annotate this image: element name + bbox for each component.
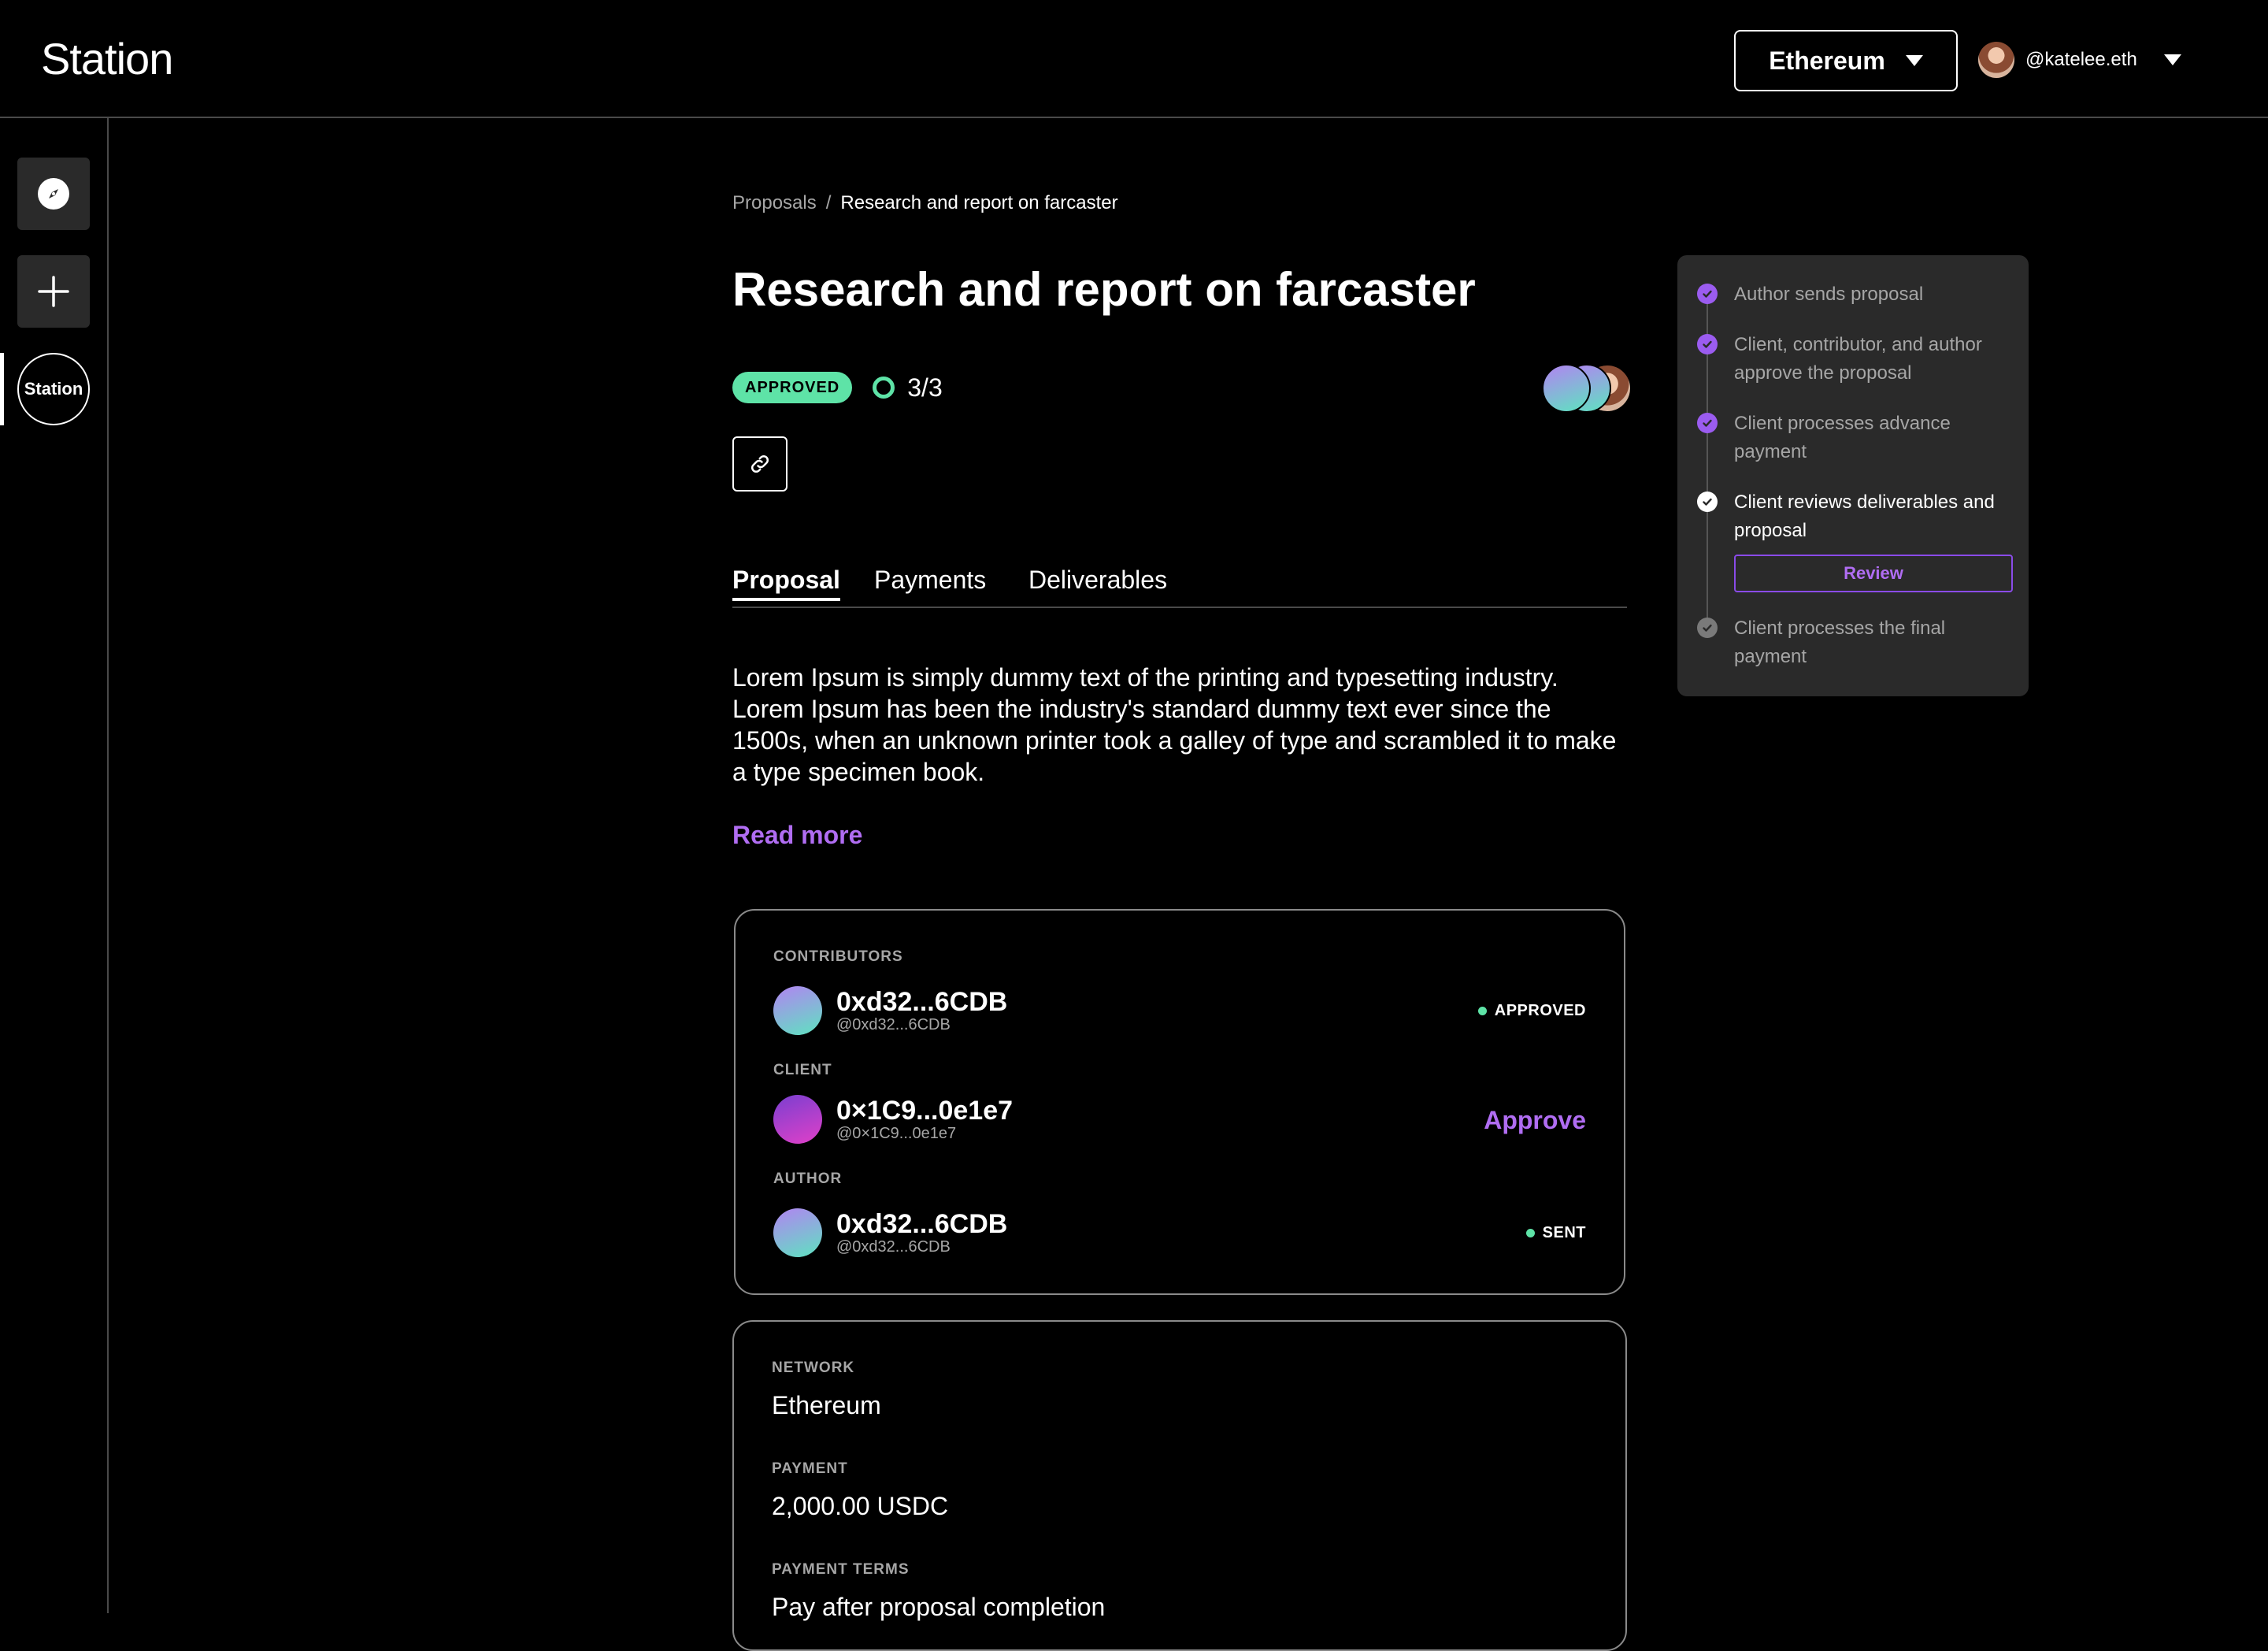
status-badge: SENT bbox=[1525, 1224, 1586, 1242]
participant-author: 0xd32...6CDB @0xd32...6CDB bbox=[773, 1208, 1007, 1257]
check-icon bbox=[1697, 284, 1718, 304]
network-selector-label: Ethereum bbox=[1769, 46, 1885, 75]
check-icon bbox=[1697, 413, 1718, 433]
user-handle: @katelee.eth bbox=[2025, 49, 2137, 70]
review-button[interactable]: Review bbox=[1734, 555, 2013, 592]
approval-count: 3/3 bbox=[907, 373, 943, 402]
participant-handle: @0xd32...6CDB bbox=[836, 1015, 951, 1033]
status-badge: APPROVED bbox=[732, 372, 853, 403]
role-label: AUTHOR bbox=[773, 1171, 843, 1187]
tab-deliverables[interactable]: Deliverables bbox=[1028, 566, 1167, 595]
check-icon bbox=[1697, 334, 1718, 354]
chevron-down-icon bbox=[1905, 55, 1923, 66]
payment-terms-label: PAYMENT TERMS bbox=[772, 1561, 910, 1578]
active-indicator bbox=[0, 353, 4, 425]
participant-client: 0×1C9...0e1e7 @0×1C9...0e1e7 bbox=[773, 1095, 1013, 1144]
timeline-step-current: Client reviews deliverables and proposal bbox=[1734, 492, 1995, 541]
proposal-description: Lorem Ipsum is simply dummy text of the … bbox=[732, 663, 1617, 786]
participant-avatars[interactable] bbox=[1542, 364, 1632, 413]
avatar bbox=[773, 986, 822, 1035]
breadcrumb-current: Research and report on farcaster bbox=[840, 192, 1118, 213]
payment-value: 2,000.00 USDC bbox=[772, 1492, 949, 1520]
participant-contributor: 0xd32...6CDB @0xd32...6CDB bbox=[773, 986, 1007, 1035]
avatar bbox=[773, 1095, 822, 1144]
plus-icon bbox=[38, 276, 69, 307]
chevron-down-icon bbox=[2163, 54, 2181, 65]
proposal-timeline: Author sends proposal Client, contributo… bbox=[1677, 255, 2029, 696]
avatar bbox=[773, 1208, 822, 1257]
network-value: Ethereum bbox=[772, 1391, 881, 1419]
status-badge: APPROVED bbox=[1477, 1002, 1586, 1020]
role-label: CLIENT bbox=[773, 1062, 832, 1078]
tab-proposal[interactable]: Proposal bbox=[732, 566, 840, 601]
participant-handle: @0xd32...6CDB bbox=[836, 1237, 951, 1256]
timeline-step: Author sends proposal bbox=[1734, 284, 1924, 305]
user-menu[interactable]: @katelee.eth bbox=[1978, 39, 2181, 80]
breadcrumb-proposals-link[interactable]: Proposals bbox=[732, 192, 817, 214]
station-button[interactable]: Station bbox=[17, 353, 90, 425]
participant-handle: @0×1C9...0e1e7 bbox=[836, 1124, 957, 1142]
timeline-step: Client, contributor, and author approve … bbox=[1734, 334, 1982, 384]
compass-icon bbox=[38, 178, 69, 210]
breadcrumb-separator: / bbox=[825, 192, 832, 213]
status-dot-icon bbox=[1477, 1007, 1487, 1015]
status-dot-icon bbox=[1525, 1229, 1535, 1237]
status-text: APPROVED bbox=[1494, 1002, 1586, 1019]
approve-button[interactable]: Approve bbox=[1484, 1106, 1586, 1135]
page-title: Research and report on farcaster bbox=[732, 263, 1476, 316]
participant-name: 0×1C9...0e1e7 bbox=[836, 1095, 1014, 1126]
participants-card: CONTRIBUTORS 0xd32...6CDB @0xd32...6CDB … bbox=[734, 909, 1625, 1295]
read-more-link[interactable]: Read more bbox=[732, 821, 862, 850]
network-label: NETWORK bbox=[772, 1360, 855, 1376]
tabs: Proposal Payments Deliverables bbox=[732, 566, 1627, 608]
add-station-button[interactable] bbox=[17, 255, 90, 328]
sidebar-rail: Station bbox=[0, 118, 109, 1613]
participant-name: 0xd32...6CDB bbox=[836, 986, 1008, 1017]
timeline-step: Client processes the final payment bbox=[1734, 618, 1946, 667]
network-selector[interactable]: Ethereum bbox=[1734, 30, 1958, 91]
approval-ring-icon bbox=[873, 377, 895, 399]
copy-link-button[interactable] bbox=[732, 436, 788, 492]
status-text: SENT bbox=[1542, 1224, 1586, 1241]
app-logo[interactable]: Station bbox=[41, 33, 173, 84]
avatar bbox=[1978, 42, 2014, 78]
role-label: CONTRIBUTORS bbox=[773, 948, 903, 965]
payment-details-card: NETWORK Ethereum PAYMENT 2,000.00 USDC P… bbox=[732, 1320, 1627, 1651]
participant-name: 0xd32...6CDB bbox=[836, 1208, 1008, 1239]
status-row: APPROVED 3/3 bbox=[732, 372, 943, 403]
check-icon bbox=[1697, 618, 1718, 638]
top-bar: Station Ethereum @katelee.eth bbox=[0, 0, 2268, 118]
explore-button[interactable] bbox=[17, 158, 90, 230]
link-icon bbox=[750, 454, 769, 473]
tab-payments[interactable]: Payments bbox=[874, 566, 986, 595]
payment-terms-value: Pay after proposal completion bbox=[772, 1593, 1106, 1621]
breadcrumb: Proposals / Research and report on farca… bbox=[732, 192, 1118, 214]
check-icon bbox=[1697, 492, 1718, 512]
avatar bbox=[1542, 364, 1591, 413]
payment-label: PAYMENT bbox=[772, 1460, 848, 1477]
timeline-step: Client processes advance payment bbox=[1734, 413, 1951, 462]
